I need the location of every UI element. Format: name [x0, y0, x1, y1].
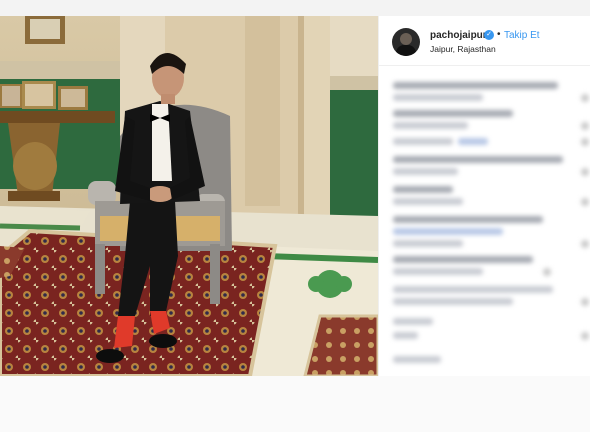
instagram-post: pachojaipur ✓ • Takip Et Jaipur, Rajasth… [0, 16, 590, 376]
post-photo-image [0, 16, 378, 376]
verified-badge-icon: ✓ [484, 30, 494, 40]
follow-button[interactable]: Takip Et [504, 30, 540, 41]
blurred-comments-area [393, 74, 589, 374]
user-avatar[interactable] [392, 28, 420, 56]
post-header: pachojaipur ✓ • Takip Et Jaipur, Rajasth… [379, 16, 590, 66]
post-photo[interactable] [0, 16, 378, 376]
location-link[interactable]: Jaipur, Rajasthan [430, 44, 496, 54]
post-sidebar: pachojaipur ✓ • Takip Et Jaipur, Rajasth… [378, 16, 590, 376]
browser-top-strip [0, 0, 590, 16]
page-bottom-area [0, 376, 590, 432]
separator-dot: • [497, 29, 501, 40]
username-link[interactable]: pachojaipur [430, 30, 487, 41]
